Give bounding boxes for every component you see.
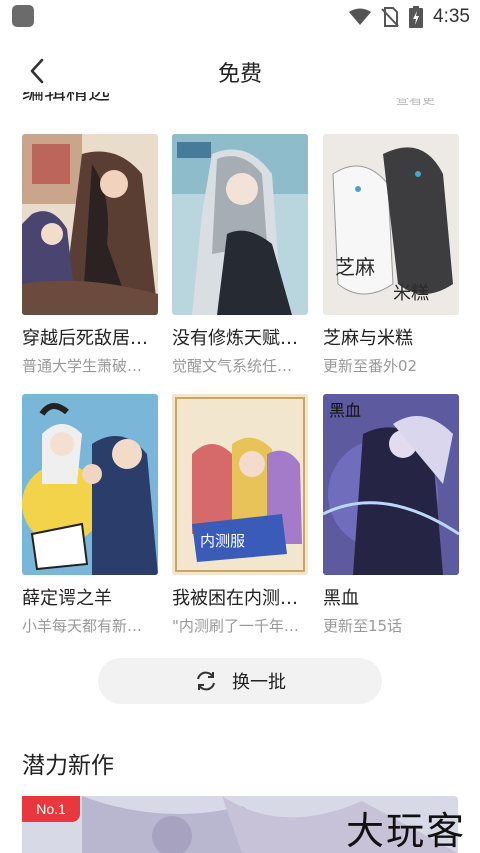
comic-card[interactable]: 芝麻 米糕 芝麻与米糕 更新至番外02	[323, 134, 459, 376]
comic-subtitle: 更新至番外02	[323, 357, 418, 375]
prev-section-title: 编辑精选	[22, 92, 111, 105]
comic-title[interactable]: 芝麻与米糕	[323, 324, 459, 350]
comic-cover[interactable]: 黑血	[323, 394, 459, 575]
comic-cover[interactable]	[22, 394, 158, 575]
comic-cover[interactable]: 芝麻 米糕	[323, 134, 459, 315]
comic-cover[interactable]	[22, 134, 158, 315]
refresh-label: 换一批	[232, 672, 286, 693]
no-sim-icon	[381, 7, 399, 27]
wifi-icon	[349, 8, 372, 25]
svg-text:黑血: 黑血	[329, 401, 361, 420]
app-icon	[12, 5, 34, 27]
svg-text:芝麻: 芝麻	[335, 255, 375, 279]
svg-text:内测服: 内测服	[200, 532, 245, 550]
comic-title[interactable]: 黑血	[323, 584, 459, 610]
comic-cover[interactable]	[172, 134, 308, 315]
comic-card[interactable]: 内测服 我被困在内测… "内测刷了一千年…	[172, 394, 308, 636]
comic-subtitle: 更新至15话	[323, 617, 403, 635]
comic-subtitle: "内测刷了一千年…	[172, 617, 299, 635]
status-time: 4:35	[433, 6, 470, 27]
section-title: 潜力新作	[22, 753, 114, 779]
refresh-button[interactable]: 换一批	[98, 658, 382, 704]
status-bar: 4:35	[0, 0, 480, 34]
comic-card[interactable]: 穿越后死敌居… 普通大学生萧破…	[22, 134, 158, 376]
status-indicators: 4:35	[349, 4, 470, 30]
rank-badge: No.1	[22, 796, 80, 822]
comic-title[interactable]: 穿越后死敌居…	[22, 324, 158, 350]
prev-section-more-link[interactable]: 查看更多	[396, 98, 440, 106]
comic-card[interactable]: 薛定谔之羊 小羊每天都有新…	[22, 394, 158, 636]
comic-card[interactable]: 黑血 黑血 更新至15话	[323, 394, 459, 636]
comic-card[interactable]: 没有修炼天赋… 觉醒文气系统任…	[172, 134, 308, 376]
comic-cover[interactable]: 内测服	[172, 394, 308, 575]
comic-subtitle: 小羊每天都有新…	[22, 617, 143, 635]
page-title: 免费	[217, 62, 262, 87]
battery-icon	[409, 6, 424, 28]
comic-title[interactable]: 我被困在内测…	[172, 584, 308, 610]
header: 免费	[0, 44, 480, 96]
comic-subtitle: 觉醒文气系统任…	[172, 357, 293, 375]
comic-title[interactable]: 薛定谔之羊	[22, 584, 158, 610]
watermark: 大玩客	[345, 809, 466, 853]
comic-subtitle: 普通大学生萧破…	[22, 357, 143, 375]
svg-text:米糕: 米糕	[393, 283, 429, 304]
comic-title[interactable]: 没有修炼天赋…	[172, 324, 308, 350]
refresh-icon	[197, 671, 215, 691]
